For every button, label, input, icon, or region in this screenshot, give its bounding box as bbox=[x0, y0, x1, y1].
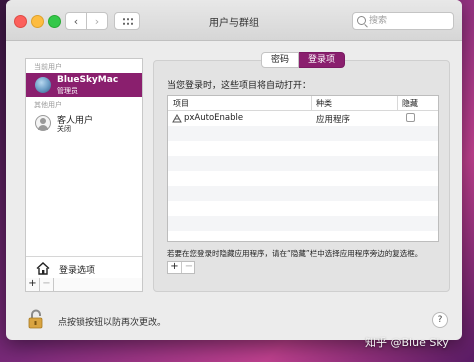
tab-bar: 密码 登录项 bbox=[261, 52, 346, 68]
empty-row bbox=[168, 201, 438, 216]
login-items-button-bar: + − bbox=[167, 261, 195, 274]
empty-row bbox=[168, 141, 438, 156]
add-login-item-button[interactable]: + bbox=[168, 262, 182, 273]
column-divider bbox=[397, 96, 398, 110]
hide-instruction-text: 若要在您登录时隐藏应用程序，请在“隐藏”栏中选择应用程序旁边的复选框。 bbox=[167, 249, 423, 258]
search-field[interactable] bbox=[352, 12, 454, 30]
user-item-guest[interactable]: 客人用户 关闭 bbox=[26, 111, 142, 135]
empty-row bbox=[168, 216, 438, 231]
watermark-text: 知乎 @Blue Sky bbox=[365, 336, 449, 349]
system-preferences-window: ‹ › 用户与群组 当前用户 BlueSkyMac 管理员 其他用户 客人用户 … bbox=[6, 0, 462, 340]
house-icon bbox=[36, 262, 50, 275]
user-role: 管理员 bbox=[57, 87, 78, 95]
panel-heading: 当您登录时，这些项目将自动打开： bbox=[167, 81, 312, 91]
table-header: 项目 种类 隐藏 bbox=[168, 96, 438, 111]
table-row[interactable]: pxAutoEnable 应用程序 bbox=[168, 111, 438, 126]
avatar bbox=[35, 77, 51, 93]
guest-avatar-icon bbox=[35, 115, 51, 131]
add-user-button[interactable]: + bbox=[26, 278, 40, 291]
tab-login-items[interactable]: 登录项 bbox=[299, 52, 346, 68]
remove-user-button[interactable]: − bbox=[40, 278, 54, 291]
script-app-icon bbox=[172, 113, 182, 123]
item-kind: 应用程序 bbox=[316, 115, 351, 125]
remove-login-item-button[interactable]: − bbox=[182, 262, 196, 273]
column-divider bbox=[311, 96, 312, 110]
column-header-item[interactable]: 项目 bbox=[173, 98, 189, 109]
column-header-hide[interactable]: 隐藏 bbox=[402, 98, 418, 109]
lock-instruction-text: 点按锁按钮以防再次更改。 bbox=[58, 318, 167, 328]
login-items-panel: 当您登录时，这些项目将自动打开： 项目 种类 隐藏 pxAutoEnable 应… bbox=[153, 60, 450, 292]
item-name: pxAutoEnable bbox=[184, 113, 244, 123]
login-items-table: 项目 种类 隐藏 pxAutoEnable 应用程序 bbox=[167, 95, 439, 242]
empty-row bbox=[168, 231, 438, 241]
title-bar: ‹ › 用户与群组 bbox=[6, 0, 462, 41]
user-item-blueskymac[interactable]: BlueSkyMac 管理员 bbox=[26, 73, 142, 97]
login-options-label: 登录选项 bbox=[59, 266, 96, 276]
other-users-header: 其他用户 bbox=[34, 101, 62, 109]
help-button[interactable]: ? bbox=[432, 312, 448, 328]
users-sidebar: 当前用户 BlueSkyMac 管理员 其他用户 客人用户 关闭 登录选项 bbox=[25, 58, 143, 292]
empty-row bbox=[168, 186, 438, 201]
current-users-header: 当前用户 bbox=[34, 63, 62, 71]
sidebar-button-bar: + − bbox=[25, 278, 143, 292]
user-name: BlueSkyMac bbox=[57, 75, 119, 85]
column-header-kind[interactable]: 种类 bbox=[316, 98, 332, 109]
empty-row bbox=[168, 171, 438, 186]
table-body: pxAutoEnable 应用程序 bbox=[168, 111, 438, 241]
hide-checkbox[interactable] bbox=[406, 113, 415, 122]
search-icon bbox=[357, 16, 366, 25]
empty-row bbox=[168, 126, 438, 141]
empty-row bbox=[168, 156, 438, 171]
search-input[interactable] bbox=[369, 14, 451, 28]
tab-password[interactable]: 密码 bbox=[261, 52, 300, 68]
user-role: 关闭 bbox=[57, 125, 71, 133]
lock-icon[interactable] bbox=[26, 309, 46, 329]
